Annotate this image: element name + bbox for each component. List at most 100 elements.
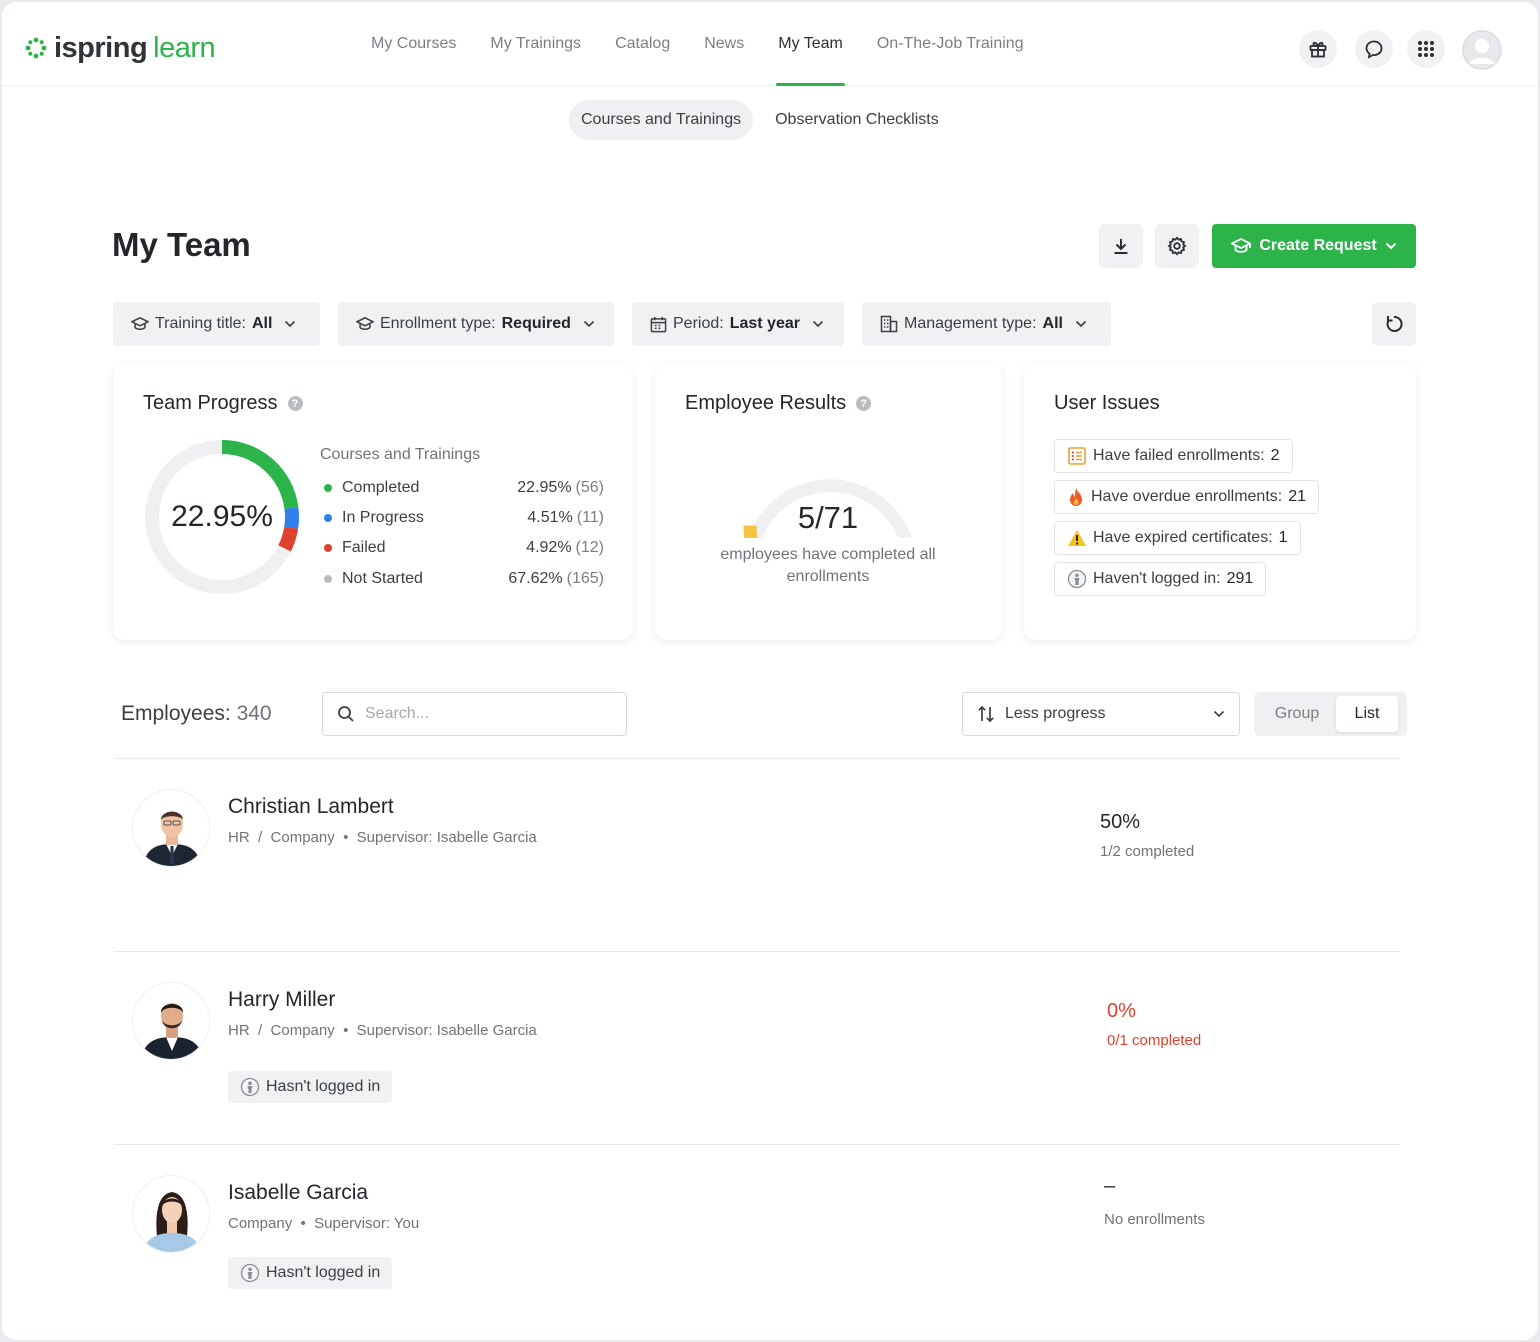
legend-count: (165)	[566, 570, 604, 587]
nav-my-trainings[interactable]: My Trainings	[473, 2, 598, 86]
gear-icon	[1167, 236, 1187, 256]
issue-label: Have failed enrollments:	[1093, 447, 1265, 464]
tab-courses-and-trainings[interactable]: Courses and Trainings	[569, 100, 754, 140]
employee-row[interactable]: Isabelle Garcia Company • Supervisor: Yo…	[114, 1145, 1400, 1337]
legend-pct: 4.51%	[527, 509, 573, 526]
issue-overdue-enrollments[interactable]: Have overdue enrollments: 21	[1054, 480, 1320, 514]
employee-row[interactable]: Harry Miller HR / Company • Supervisor: …	[114, 952, 1400, 1144]
badge-label: Hasn't logged in	[266, 1264, 381, 1281]
avatar[interactable]	[132, 789, 210, 867]
legend-row-completed: Completed 22.95% (56)	[324, 478, 604, 498]
employee-meta: Company • Supervisor: You	[228, 1215, 419, 1232]
issue-count: 1	[1278, 529, 1288, 546]
help-icon[interactable]: ?	[287, 396, 303, 411]
legend-dot	[324, 544, 332, 552]
employees-count: Employees: 340	[121, 702, 272, 726]
logo-accent-text: learn	[153, 31, 216, 64]
avatar[interactable]	[132, 982, 210, 1060]
logo-flower-icon	[25, 37, 47, 59]
sort-value: Less progress	[1005, 705, 1106, 722]
legend-title: Courses and Trainings	[320, 446, 481, 463]
create-request-button[interactable]: Create Request	[1212, 224, 1416, 268]
nav-my-courses[interactable]: My Courses	[354, 2, 473, 86]
legend-dot	[324, 484, 332, 492]
filter-label: Training title:	[155, 315, 246, 332]
not-logged-in-icon	[1067, 569, 1087, 589]
issue-expired-certificates[interactable]: Have expired certificates: 1	[1054, 521, 1301, 555]
employee-name[interactable]: Harry Miller	[228, 988, 335, 1012]
not-logged-in-icon	[240, 1077, 260, 1097]
chevron-down-icon	[285, 320, 296, 328]
employee-org: Company	[270, 1022, 335, 1039]
filter-value: All	[1042, 315, 1063, 332]
sort-icon	[978, 705, 994, 723]
legend-count: (11)	[576, 509, 604, 526]
avatar[interactable]	[132, 1175, 210, 1253]
employee-completed: 1/2 completed	[1100, 843, 1195, 860]
badge-label: Hasn't logged in	[266, 1078, 381, 1095]
team-progress-title: Team Progress ?	[143, 392, 303, 415]
nav-on-the-job-training[interactable]: On-The-Job Training	[860, 2, 1041, 86]
tab-observation-checklists[interactable]: Observation Checklists	[763, 100, 951, 140]
view-group-option[interactable]: Group	[1258, 696, 1336, 732]
filter-label: Management type:	[904, 315, 1037, 332]
legend-count: (56)	[575, 479, 604, 496]
app-window: ispring learn My Courses My Trainings Ca…	[2, 2, 1538, 1340]
issue-label: Have overdue enrollments:	[1091, 488, 1283, 505]
settings-button[interactable]	[1155, 224, 1199, 268]
employee-progress: 50%	[1100, 811, 1141, 833]
employee-progress: –	[1104, 1175, 1116, 1197]
chat-icon[interactable]	[1355, 30, 1393, 68]
donut-center-value: 22.95%	[171, 500, 273, 533]
search-icon	[338, 706, 354, 722]
separator: •	[296, 1215, 310, 1232]
ispring-learn-logo[interactable]: ispring learn	[24, 31, 216, 64]
issue-failed-enrollments[interactable]: Have failed enrollments: 2	[1054, 439, 1293, 473]
nav-news[interactable]: News	[687, 2, 761, 86]
filter-period[interactable]: Period: Last year	[632, 302, 844, 346]
legend-row-in-progress: In Progress 4.51% (11)	[324, 508, 604, 528]
employee-row[interactable]: Christian Lambert HR / Company • Supervi…	[114, 759, 1400, 951]
employee-search[interactable]	[322, 692, 627, 736]
filter-value: All	[252, 315, 273, 332]
separator: •	[338, 1022, 353, 1039]
sub-nav: Courses and Trainings Observation Checkl…	[569, 100, 951, 140]
reset-filters-button[interactable]	[1372, 302, 1416, 346]
separator: /	[253, 829, 267, 846]
view-list-option[interactable]: List	[1336, 696, 1398, 732]
issue-havent-logged-in[interactable]: Haven't logged in: 291	[1054, 562, 1267, 596]
employee-meta: HR / Company • Supervisor: Isabelle Garc…	[228, 1022, 537, 1039]
employee-name[interactable]: Christian Lambert	[228, 795, 394, 819]
results-caption: employees have completed all enrollments	[720, 546, 936, 585]
nav-catalog[interactable]: Catalog	[598, 2, 687, 86]
gift-icon[interactable]	[1299, 30, 1337, 68]
graduation-cap-icon	[1231, 237, 1252, 253]
download-button[interactable]	[1099, 224, 1143, 268]
legend-pct: 67.62%	[508, 570, 563, 587]
results-value: 5/71	[797, 500, 859, 535]
nav-my-team[interactable]: My Team	[761, 2, 860, 86]
refresh-icon	[1386, 315, 1403, 332]
apps-grid-icon[interactable]	[1407, 30, 1445, 68]
employee-org: Company	[228, 1215, 293, 1232]
filter-enrollment-type[interactable]: Enrollment type: Required	[338, 302, 614, 346]
user-avatar-icon[interactable]	[1462, 30, 1502, 70]
filter-management-type[interactable]: Management type: All	[862, 302, 1111, 346]
logo-main-text: ispring	[54, 31, 148, 64]
not-logged-in-badge: Hasn't logged in	[228, 1257, 393, 1289]
search-input[interactable]	[365, 705, 605, 723]
card-title-text: Team Progress	[143, 392, 278, 414]
issue-count: 291	[1226, 570, 1254, 587]
employee-results-title: Employee Results ?	[685, 392, 872, 415]
chevron-down-icon	[812, 320, 824, 328]
warning-icon	[1068, 530, 1086, 546]
employee-name[interactable]: Isabelle Garcia	[228, 1181, 368, 1205]
legend-label: Completed	[342, 479, 420, 496]
employee-org: Company	[270, 829, 335, 846]
employee-meta: HR / Company • Supervisor: Isabelle Garc…	[228, 829, 537, 846]
filter-training-title[interactable]: Training title: All	[113, 302, 320, 346]
help-icon[interactable]: ?	[856, 396, 872, 411]
chevron-down-icon	[583, 320, 595, 328]
graduation-cap-icon	[356, 316, 374, 330]
sort-dropdown[interactable]: Less progress	[962, 692, 1240, 736]
